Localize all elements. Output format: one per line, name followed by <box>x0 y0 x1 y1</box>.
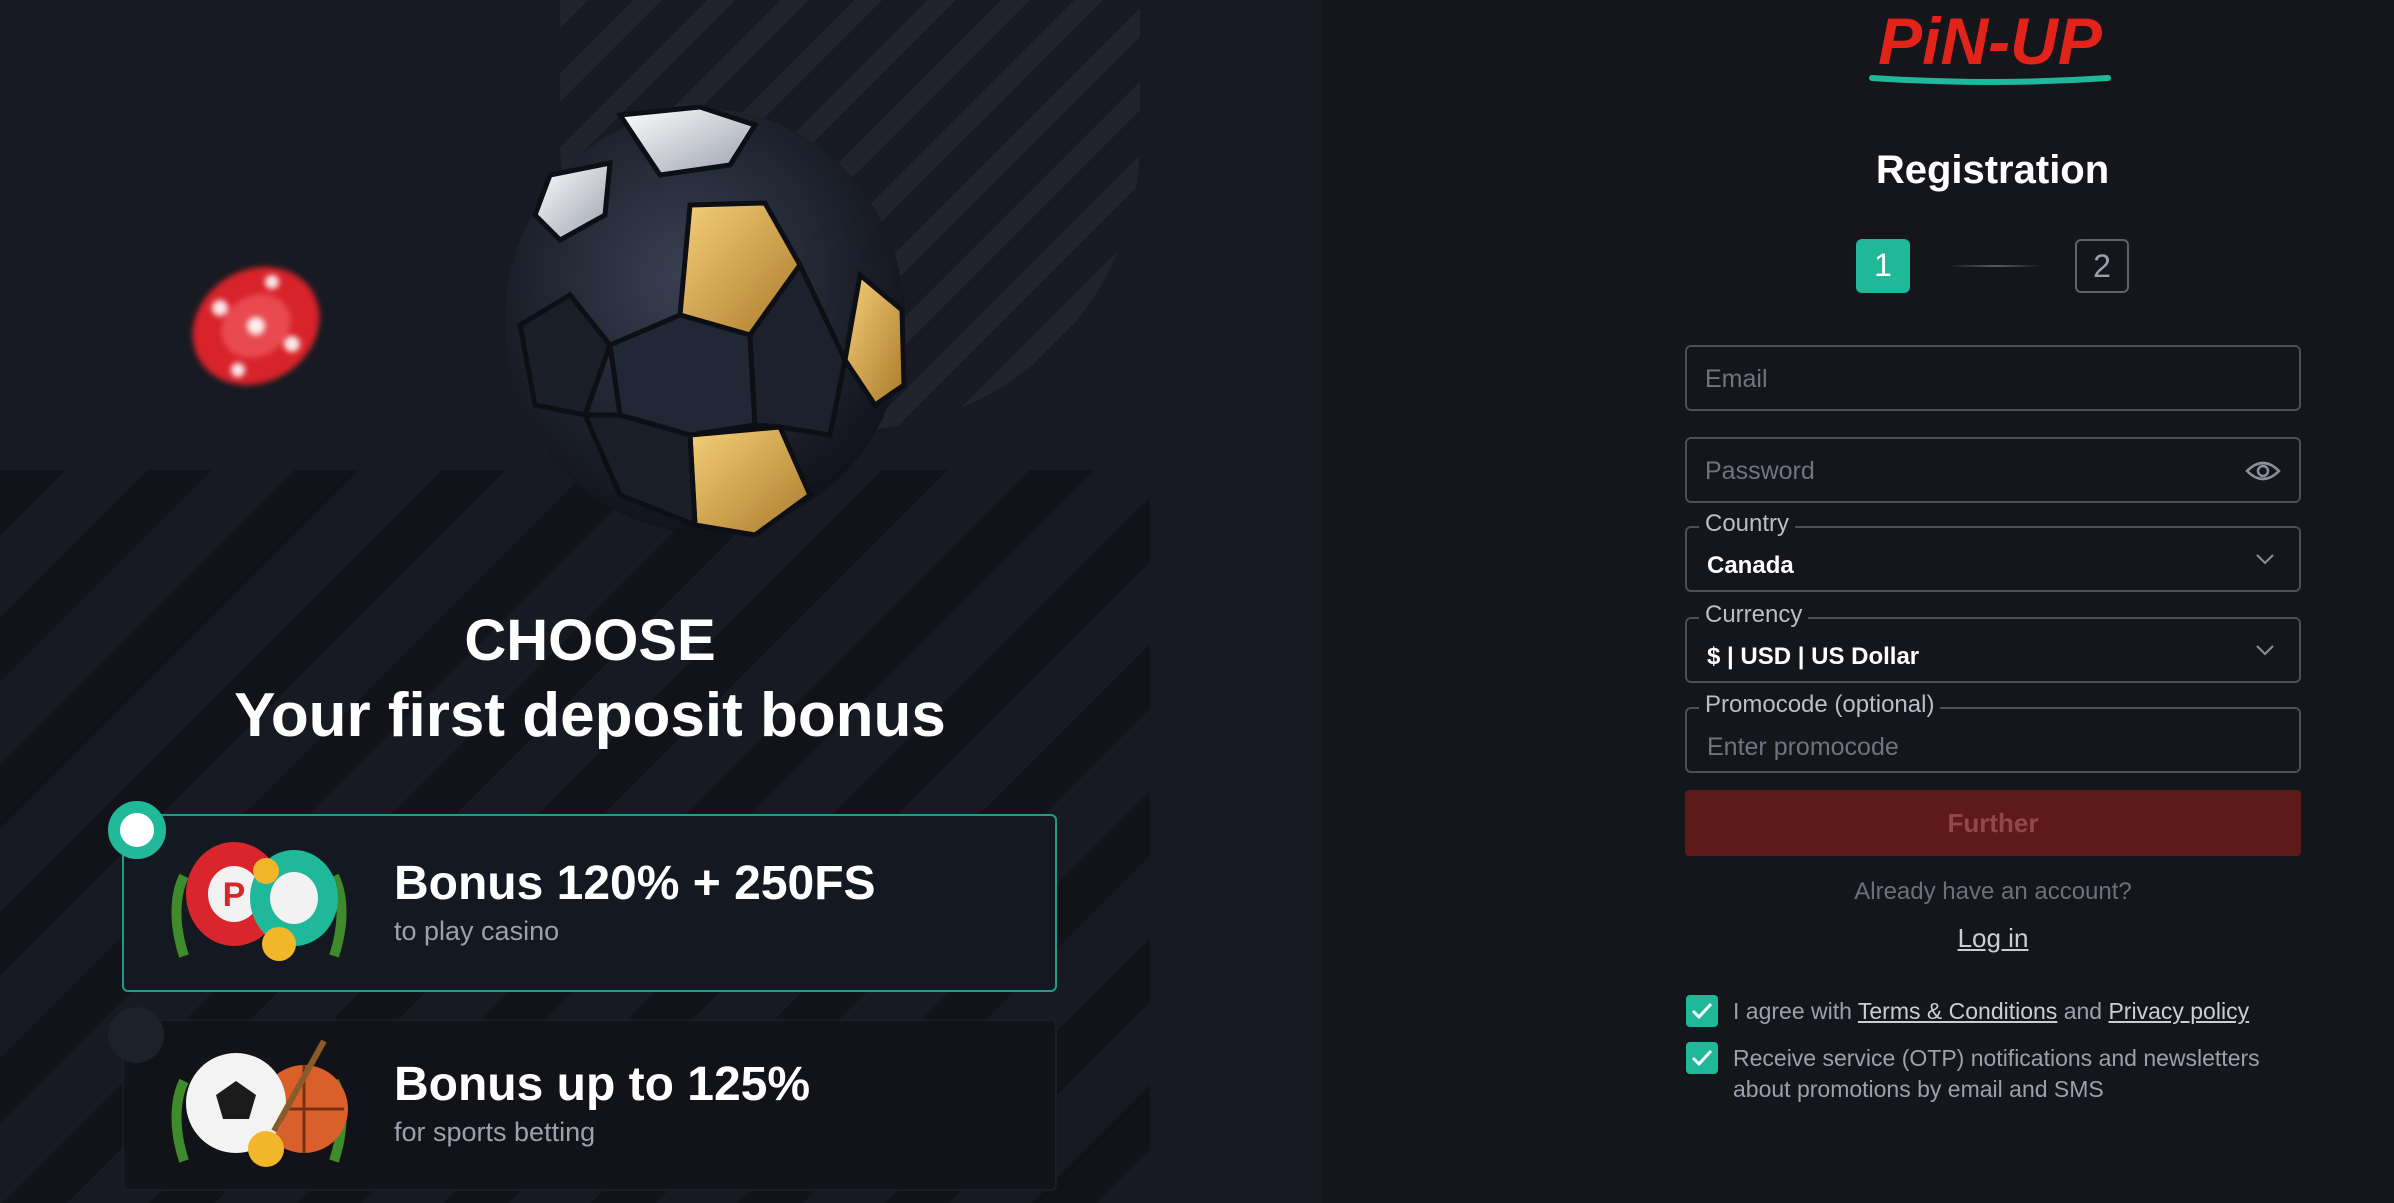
agree-and: and <box>2063 998 2103 1024</box>
bonus-radio-sports[interactable] <box>108 1007 164 1063</box>
privacy-link[interactable]: Privacy policy <box>2108 998 2249 1024</box>
further-button[interactable]: Further <box>1685 790 2301 856</box>
email-placeholder: Email <box>1705 365 1768 393</box>
already-have-account-text: Already have an account? <box>1854 878 2132 905</box>
show-password-eye-icon[interactable] <box>2245 459 2281 483</box>
bonus-option-sports[interactable]: Bonus up to 125% for sports betting <box>122 1019 1057 1191</box>
password-field[interactable]: Password <box>1685 437 2301 503</box>
promo-headline: Your first deposit bonus <box>234 681 946 750</box>
checkmark-icon <box>1691 1002 1713 1020</box>
currency-select[interactable]: Currency $ | USD | US Dollar <box>1685 601 2301 683</box>
login-link-container: Log in <box>1685 923 2301 954</box>
svg-text:PiN-UP: PiN-UP <box>1878 6 2103 78</box>
checkmark-icon <box>1691 1049 1713 1067</box>
promocode-placeholder: Enter promocode <box>1707 733 1899 761</box>
casino-chips-icon: P <box>171 842 347 961</box>
step-indicator-1: 1 <box>1856 239 1910 293</box>
step-connector <box>1948 265 2042 267</box>
notifications-text: Receive service (OTP) notifications and … <box>1733 1045 2260 1102</box>
notifications-checkbox[interactable] <box>1686 1042 1718 1074</box>
registration-title: Registration <box>1875 148 2110 192</box>
bonus-title: Bonus 120% + 250FS <box>394 857 876 910</box>
bonus-subtitle: for sports betting <box>394 1117 596 1147</box>
bonus-title: Bonus up to 125% <box>394 1058 811 1111</box>
promocode-label: Promocode (optional) <box>1699 691 1941 719</box>
password-placeholder: Password <box>1705 457 1815 485</box>
sports-balls-icon <box>171 1039 348 1167</box>
promocode-field[interactable]: Promocode (optional) Enter promocode <box>1685 691 2301 773</box>
promo-headline-choose: CHOOSE <box>464 608 716 673</box>
country-value: Canada <box>1707 552 1794 579</box>
country-select[interactable]: Country Canada <box>1685 510 2301 592</box>
currency-value: $ | USD | US Dollar <box>1707 643 1920 670</box>
country-label: Country <box>1699 510 1796 538</box>
terms-checkbox[interactable] <box>1686 995 1718 1027</box>
terms-link[interactable]: Terms & Conditions <box>1858 998 2057 1024</box>
svg-text:P: P <box>223 876 246 914</box>
chevron-down-icon <box>2256 554 2274 565</box>
bonus-radio-casino[interactable] <box>108 801 166 859</box>
step-indicator-2: 2 <box>2075 239 2129 293</box>
bonus-subtitle: to play casino <box>394 916 560 946</box>
login-link[interactable]: Log in <box>1958 923 2029 953</box>
bonus-option-casino[interactable]: P Bonus 120% + 250FS to play casino <box>122 814 1057 992</box>
pin-up-logo[interactable]: PiN-UP <box>1866 6 2114 86</box>
promo-panel: CHOOSE Your first deposit bonus P Bonus … <box>0 0 1321 1203</box>
chevron-down-icon <box>2256 645 2274 656</box>
email-field[interactable]: Email <box>1685 345 2301 411</box>
soccer-ball-image <box>505 105 907 537</box>
agree-prefix: I agree with <box>1733 998 1852 1024</box>
currency-label: Currency <box>1699 601 1809 629</box>
casino-chip-image <box>192 267 320 385</box>
terms-agreement-text: I agree with Terms & Conditions and Priv… <box>1733 996 2249 1027</box>
